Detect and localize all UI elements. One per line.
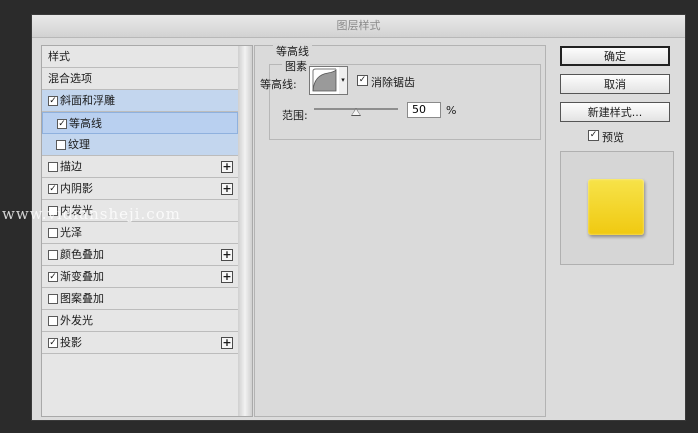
style-item-label: 颜色叠加 (60, 248, 104, 261)
add-color-overlay-plus-icon[interactable]: + (221, 249, 233, 261)
antialias-checkbox[interactable]: ✓ (357, 75, 368, 86)
styles-header[interactable]: 样式 (42, 46, 238, 68)
add-inner-shadow-plus-icon[interactable]: + (221, 183, 233, 195)
style-item-contour[interactable]: ✓ 等高线 (42, 112, 238, 134)
style-item-label: 外发光 (60, 314, 93, 327)
styles-list: 样式 混合选项 ✓ 斜面和浮雕 ✓ 等高线 纹理 描边 + ✓ 内阴影 + 内发… (41, 45, 239, 417)
contour-label: 等高线: (260, 78, 297, 91)
blend-options-item[interactable]: 混合选项 (42, 68, 238, 90)
style-item-outer-glow[interactable]: 外发光 (42, 310, 238, 332)
range-value-input[interactable] (407, 102, 441, 118)
style-item-label: 描边 (60, 160, 82, 173)
contour-dropdown-arrow-icon[interactable]: ▾ (339, 66, 348, 95)
color-overlay-checkbox[interactable] (48, 250, 58, 260)
style-item-color-overlay[interactable]: 颜色叠加 + (42, 244, 238, 266)
range-unit: % (446, 104, 457, 117)
styles-header-label: 样式 (48, 50, 70, 63)
range-label: 范围: (282, 109, 308, 122)
style-item-texture[interactable]: 纹理 (42, 134, 238, 156)
stroke-checkbox[interactable] (48, 162, 58, 172)
style-item-label: 内阴影 (60, 182, 93, 195)
style-item-satin[interactable]: 光泽 (42, 222, 238, 244)
outer-glow-checkbox[interactable] (48, 316, 58, 326)
texture-checkbox[interactable] (56, 140, 66, 150)
style-item-inner-shadow[interactable]: ✓ 内阴影 + (42, 178, 238, 200)
add-gradient-overlay-plus-icon[interactable]: + (221, 271, 233, 283)
blend-options-label: 混合选项 (48, 72, 92, 85)
style-item-drop-shadow[interactable]: ✓ 投影 + (42, 332, 238, 354)
preview-box (560, 151, 674, 265)
contour-curve-icon (312, 68, 337, 92)
satin-checkbox[interactable] (48, 228, 58, 238)
inner-shadow-checkbox[interactable]: ✓ (48, 184, 58, 194)
contour-checkbox[interactable]: ✓ (57, 119, 67, 129)
style-item-pattern-overlay[interactable]: 图案叠加 (42, 288, 238, 310)
bevel-emboss-checkbox[interactable]: ✓ (48, 96, 58, 106)
style-item-label: 纹理 (68, 138, 90, 151)
style-item-label: 等高线 (69, 117, 102, 130)
ok-button[interactable]: 确定 (560, 46, 670, 66)
style-item-label: 光泽 (60, 226, 82, 239)
style-item-label: 斜面和浮雕 (60, 94, 115, 107)
antialias-label: 消除锯齿 (371, 76, 415, 89)
style-item-label: 投影 (60, 336, 82, 349)
style-item-label: 图案叠加 (60, 292, 104, 305)
style-item-stroke[interactable]: 描边 + (42, 156, 238, 178)
gradient-overlay-checkbox[interactable]: ✓ (48, 272, 58, 282)
contour-picker-swatch[interactable] (309, 66, 340, 95)
style-item-gradient-overlay[interactable]: ✓ 渐变叠加 + (42, 266, 238, 288)
styles-list-scrollbar[interactable] (238, 45, 253, 417)
style-item-label: 渐变叠加 (60, 270, 104, 283)
range-slider-thumb[interactable] (351, 108, 361, 116)
add-stroke-plus-icon[interactable]: + (221, 161, 233, 173)
watermark-text: www.vidiansheji.com (2, 205, 181, 223)
contour-group-title: 等高线 (273, 43, 312, 59)
preview-swatch (588, 179, 644, 235)
preview-label: 预览 (602, 131, 624, 144)
dialog-title: 图层样式 (32, 15, 685, 38)
pattern-overlay-checkbox[interactable] (48, 294, 58, 304)
contour-settings-panel: 等高线 图素 等高线: ▾ ✓ 消除锯齿 范围: % (254, 43, 546, 417)
elements-subgroup-title: 图素 (282, 58, 310, 74)
new-style-button[interactable]: 新建样式... (560, 102, 670, 122)
cancel-button[interactable]: 取消 (560, 74, 670, 94)
preview-checkbox[interactable]: ✓ (588, 130, 599, 141)
style-item-bevel-emboss[interactable]: ✓ 斜面和浮雕 (42, 90, 238, 112)
drop-shadow-checkbox[interactable]: ✓ (48, 338, 58, 348)
add-drop-shadow-plus-icon[interactable]: + (221, 337, 233, 349)
